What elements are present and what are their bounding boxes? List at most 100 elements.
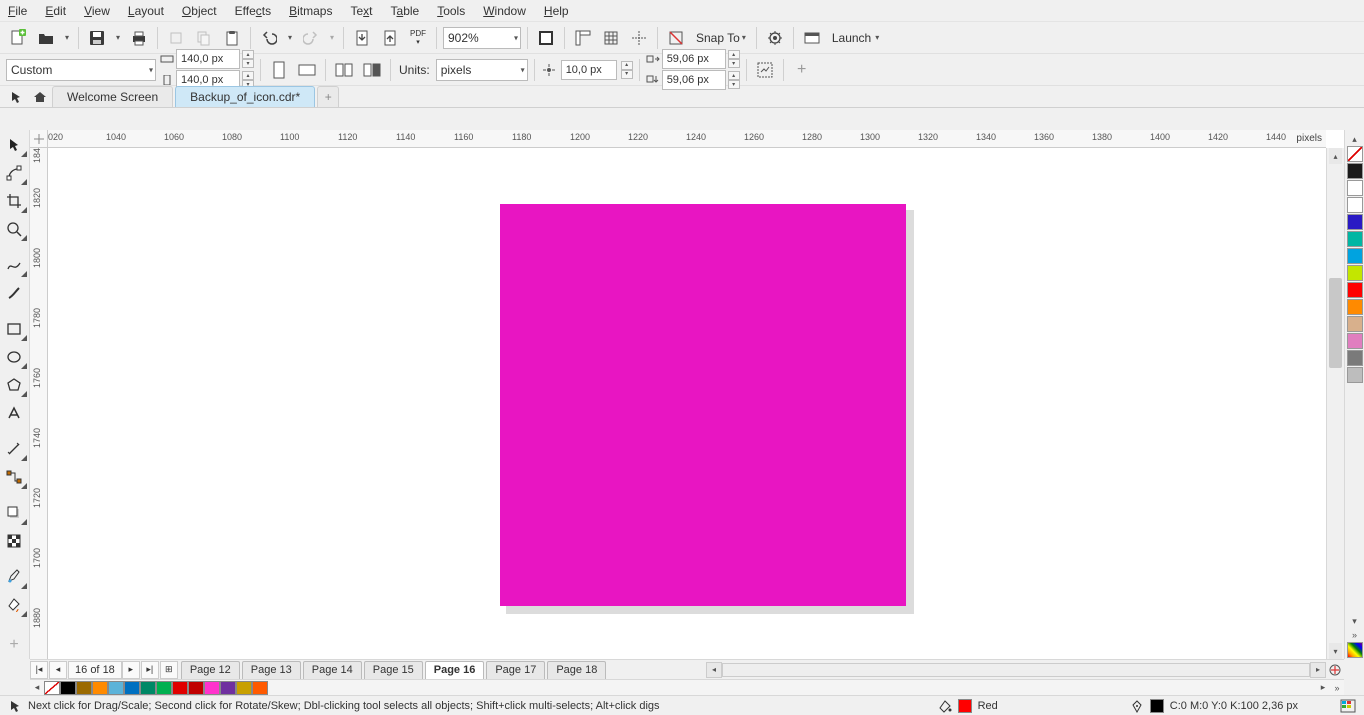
menu-object[interactable]: Object [182, 4, 217, 18]
import-button[interactable] [350, 26, 374, 50]
rectangle-tool[interactable] [0, 316, 28, 342]
page-size-preset-combo[interactable]: Custom▾ [6, 59, 156, 81]
interactive-fill-tool[interactable] [0, 592, 28, 618]
tab-active-document[interactable]: Backup_of_icon.cdr* [175, 86, 315, 107]
color-swatch[interactable] [1347, 163, 1363, 179]
palette-color-menu[interactable] [1347, 642, 1363, 658]
menu-text[interactable]: Text [350, 4, 372, 18]
color-swatch[interactable] [60, 681, 76, 695]
duplicate-x-spinner[interactable]: ▴▾ [728, 50, 740, 68]
copy-button[interactable] [192, 26, 216, 50]
color-swatch[interactable] [44, 681, 60, 695]
cut-button[interactable] [164, 26, 188, 50]
palette-bottom-right-arrow[interactable]: ▸ [1316, 681, 1330, 695]
menu-window[interactable]: Window [483, 4, 526, 18]
color-swatch[interactable] [140, 681, 156, 695]
color-swatch[interactable] [92, 681, 108, 695]
canvas[interactable] [48, 148, 1326, 659]
home-icon[interactable] [28, 86, 52, 107]
horizontal-scroll-track[interactable] [722, 663, 1310, 677]
fill-swatch[interactable] [958, 699, 972, 713]
freehand-tool[interactable] [0, 252, 28, 278]
eyedropper-tool[interactable] [0, 564, 28, 590]
snap-off-button[interactable] [664, 26, 688, 50]
page-width-field[interactable]: 140,0 px [176, 49, 240, 69]
paste-button[interactable] [220, 26, 244, 50]
open-dropdown[interactable]: ▾ [62, 33, 72, 42]
color-swatch[interactable] [252, 681, 268, 695]
color-swatch[interactable] [1347, 180, 1363, 196]
zoom-level-combo[interactable]: 902%▾ [443, 27, 521, 49]
vertical-scroll-thumb[interactable] [1329, 278, 1342, 368]
color-swatch[interactable] [1347, 214, 1363, 230]
full-screen-preview-button[interactable] [534, 26, 558, 50]
color-swatch[interactable] [1347, 316, 1363, 332]
menu-edit[interactable]: Edit [45, 4, 66, 18]
palette-up-arrow[interactable]: ▴ [1347, 132, 1363, 146]
snap-to-dropdown[interactable]: Snap To▾ [692, 31, 750, 45]
color-swatch[interactable] [220, 681, 236, 695]
text-tool[interactable] [0, 400, 28, 426]
color-swatch[interactable] [204, 681, 220, 695]
scroll-up-arrow[interactable]: ▴ [1329, 148, 1342, 164]
nudge-distance-field[interactable]: 10,0 px [561, 60, 617, 80]
color-swatch[interactable] [1347, 299, 1363, 315]
menu-layout[interactable]: Layout [128, 4, 164, 18]
all-pages-button[interactable] [332, 58, 356, 82]
color-swatch[interactable] [124, 681, 140, 695]
page-first-button[interactable]: |◂ [30, 661, 48, 679]
navigator-icon[interactable] [1326, 661, 1344, 679]
scroll-right-arrow[interactable]: ▸ [1310, 662, 1326, 678]
redo-dropdown[interactable]: ▾ [327, 33, 337, 42]
page-tab[interactable]: Page 12 [181, 661, 240, 679]
page-next-button[interactable]: ▸ [122, 661, 140, 679]
palette-down-arrow[interactable]: ▾ [1347, 614, 1363, 628]
polygon-tool[interactable] [0, 372, 28, 398]
options-button[interactable] [763, 26, 787, 50]
page-last-button[interactable]: ▸| [141, 661, 159, 679]
menu-view[interactable]: View [84, 4, 110, 18]
new-document-button[interactable] [6, 26, 30, 50]
page-tab[interactable]: Page 18 [547, 661, 606, 679]
redo-button[interactable] [299, 26, 323, 50]
add-preset-button[interactable]: + [790, 58, 814, 82]
color-swatch[interactable] [1347, 367, 1363, 383]
menu-bitmaps[interactable]: Bitmaps [289, 4, 332, 18]
color-proof-icon[interactable] [1340, 699, 1356, 713]
vertical-scrollbar[interactable]: ▴ ▾ [1326, 148, 1344, 659]
page-tab[interactable]: Page 17 [486, 661, 545, 679]
menu-table[interactable]: Table [391, 4, 420, 18]
page-tab[interactable]: Page 15 [364, 661, 423, 679]
color-swatch[interactable] [156, 681, 172, 695]
ruler-origin[interactable] [30, 130, 48, 148]
page-add-button[interactable]: ⊞ [160, 661, 178, 679]
color-swatch[interactable] [188, 681, 204, 695]
duplicate-y-spinner[interactable]: ▴▾ [728, 71, 740, 89]
color-swatch[interactable] [236, 681, 252, 695]
color-swatch[interactable] [1347, 197, 1363, 213]
outline-swatch[interactable] [1150, 699, 1164, 713]
menu-effects[interactable]: Effects [235, 4, 271, 18]
treat-as-filled-button[interactable] [753, 58, 777, 82]
palette-bottom-left-arrow[interactable]: ◂ [30, 681, 44, 695]
publish-pdf-button[interactable]: PDF▾ [406, 26, 430, 50]
drop-shadow-tool[interactable] [0, 500, 28, 526]
page-width-spinner[interactable]: ▴▾ [242, 50, 254, 68]
toolbox-customize-button[interactable]: + [0, 632, 28, 658]
page-rectangle[interactable] [500, 204, 906, 606]
transparency-tool[interactable] [0, 528, 28, 554]
connector-tool[interactable] [0, 464, 28, 490]
current-page-button[interactable] [360, 58, 384, 82]
zoom-tool[interactable] [0, 216, 28, 242]
crop-tool[interactable] [0, 188, 28, 214]
duplicate-x-field[interactable]: 59,06 px [662, 49, 726, 69]
color-swatch[interactable] [1347, 350, 1363, 366]
show-grid-button[interactable] [599, 26, 623, 50]
shape-tool[interactable] [0, 160, 28, 186]
duplicate-y-field[interactable]: 59,06 px [662, 70, 726, 90]
menu-help[interactable]: Help [544, 4, 569, 18]
palette-bottom-flyout[interactable]: » [1330, 681, 1344, 695]
page-tab[interactable]: Page 14 [303, 661, 362, 679]
horizontal-scrollbar[interactable]: ◂ ▸ [706, 662, 1326, 678]
page-tab[interactable]: Page 13 [242, 661, 301, 679]
